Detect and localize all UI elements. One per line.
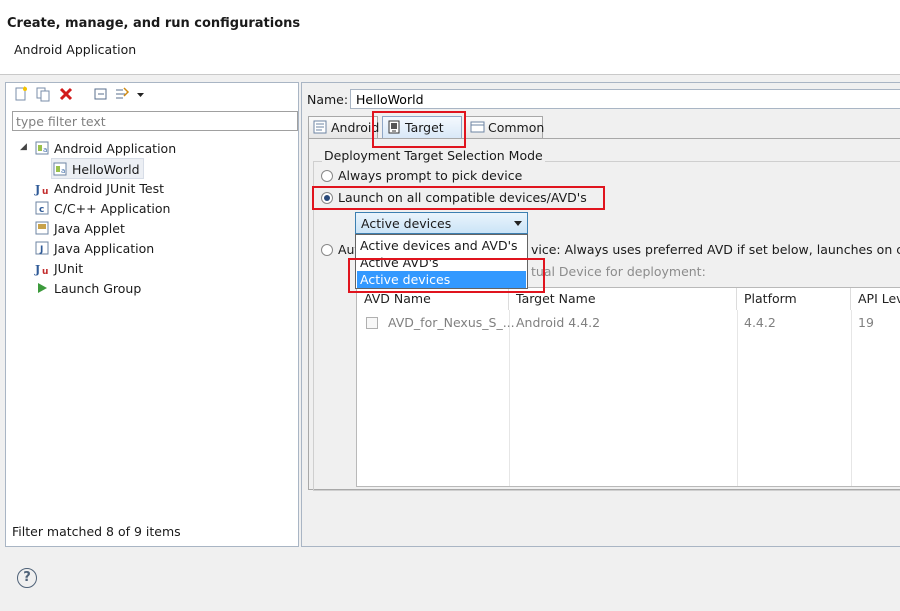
c-app-icon: c xyxy=(34,200,50,216)
group-title: Deployment Target Selection Mode xyxy=(322,148,545,163)
device-filter-combo[interactable]: Active devices xyxy=(355,212,528,234)
name-label: Name: xyxy=(307,92,349,107)
tree-item-launch-group[interactable]: Launch Group xyxy=(34,278,141,297)
svg-text:c: c xyxy=(39,205,44,215)
delete-icon[interactable] xyxy=(58,86,74,102)
tab-android[interactable]: Android xyxy=(308,116,379,138)
java-applet-icon xyxy=(34,220,50,236)
column-divider xyxy=(737,310,738,486)
tree-item-label: Launch Group xyxy=(54,281,142,296)
target-name-cell: Android 4.4.2 xyxy=(516,315,601,330)
svg-text:J: J xyxy=(34,263,40,276)
tab-label: Common xyxy=(488,120,545,135)
android-tab-icon xyxy=(313,120,328,135)
tab-common[interactable]: Common xyxy=(465,116,545,138)
svg-text:a: a xyxy=(43,146,47,154)
tree-item-label: C/C++ Application xyxy=(54,201,171,216)
platform-cell: 4.4.2 xyxy=(744,315,776,330)
duplicate-icon[interactable] xyxy=(35,86,51,102)
api-level-cell: 19 xyxy=(858,315,874,330)
automatic-radio[interactable] xyxy=(321,244,333,256)
svg-text:J: J xyxy=(34,183,40,196)
avd-table: AVD Name Target Name Platform API Lev AV… xyxy=(356,287,900,487)
tree-item-label: Android Application xyxy=(53,141,177,156)
common-tab-icon xyxy=(470,120,485,135)
tree-item-android-junit-test[interactable]: Ju Android JUnit Test xyxy=(34,178,164,197)
avd-name-cell: AVD_for_Nexus_S_... xyxy=(388,315,515,330)
tree-item-java-applet[interactable]: Java Applet xyxy=(34,218,125,237)
dropdown-arrow-icon[interactable] xyxy=(136,86,146,102)
launch-group-icon xyxy=(34,280,50,296)
junit-icon: Ju xyxy=(34,260,50,277)
configurations-panel: ◢ a Android Application a HelloWorld Ju And… xyxy=(5,82,299,547)
filter-input[interactable] xyxy=(12,111,298,131)
dropdown-option-active-devices-and-avds[interactable]: Active devices and AVD's xyxy=(357,237,526,254)
tree-item-android-application[interactable]: ◢ a Android Application xyxy=(20,138,176,157)
select-avd-hint: tual Device for deployment: xyxy=(531,264,706,279)
junit-icon: Ju xyxy=(34,180,50,197)
collapse-all-icon[interactable] xyxy=(93,86,109,102)
filter-status: Filter matched 8 of 9 items xyxy=(12,524,181,539)
svg-text:u: u xyxy=(42,187,48,196)
tree-item-junit[interactable]: Ju JUnit xyxy=(34,258,83,277)
annotation-highlight-target-tab xyxy=(372,111,466,148)
tree-item-label: JUnit xyxy=(54,261,84,276)
expand-arrow-icon[interactable]: ◢ xyxy=(20,138,30,157)
automatic-label-suffix: vice: Always uses preferred AVD if set b… xyxy=(531,242,900,257)
column-divider xyxy=(509,310,510,486)
java-app-icon: J xyxy=(34,240,50,256)
annotation-highlight-launch-option xyxy=(312,186,605,210)
dialog-title: Create, manage, and run configurations xyxy=(7,16,301,31)
always-prompt-label: Always prompt to pick device xyxy=(338,168,523,183)
new-configuration-icon[interactable] xyxy=(13,86,29,102)
name-input[interactable] xyxy=(350,89,900,109)
tree-item-label: Java Application xyxy=(54,241,155,256)
help-icon[interactable]: ? xyxy=(17,568,37,588)
column-divider xyxy=(851,310,852,486)
column-header-api-level[interactable]: API Lev xyxy=(851,288,900,310)
dialog-subtitle: Android Application xyxy=(14,42,137,57)
tree-item-label: Android JUnit Test xyxy=(54,181,165,196)
dialog-header: Create, manage, and run configurations A… xyxy=(0,0,900,75)
column-header-platform[interactable]: Platform xyxy=(737,288,851,310)
android-app-icon: a xyxy=(34,140,50,156)
tree-item-java-application[interactable]: J Java Application xyxy=(34,238,154,257)
svg-text:a: a xyxy=(61,167,65,175)
avd-checkbox[interactable] xyxy=(366,317,378,329)
tree-item-label: Java Applet xyxy=(54,221,125,236)
always-prompt-radio[interactable] xyxy=(321,170,333,182)
tree-item-helloworld[interactable]: a HelloWorld xyxy=(51,158,144,179)
svg-text:u: u xyxy=(42,267,48,276)
android-app-icon: a xyxy=(52,161,68,177)
combo-selected-value: Active devices xyxy=(361,216,452,231)
annotation-highlight-active-devices xyxy=(348,258,545,293)
filter-icon[interactable] xyxy=(114,86,130,102)
tree-item-label: HelloWorld xyxy=(72,162,140,177)
tree-item-c-cpp-application[interactable]: c C/C++ Application xyxy=(34,198,170,217)
svg-text:J: J xyxy=(39,245,43,255)
chevron-down-icon[interactable] xyxy=(514,221,522,226)
